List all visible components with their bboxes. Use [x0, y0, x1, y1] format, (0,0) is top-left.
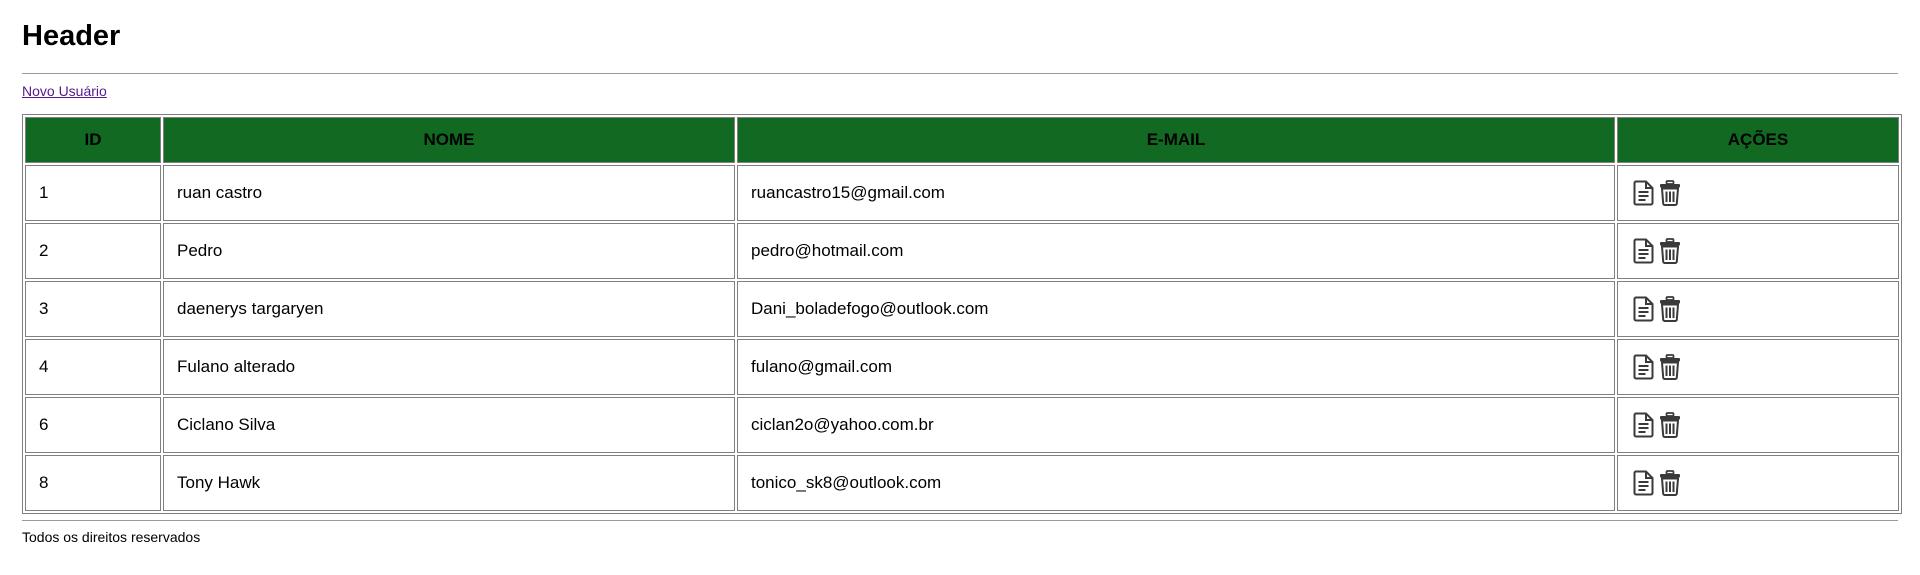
table-row: 1 ruan castro ruancastro15@gmail.com — [25, 165, 1899, 221]
row-actions — [1631, 179, 1885, 207]
footer-divider — [22, 520, 1898, 521]
cell-actions — [1617, 281, 1899, 337]
table-row: 4 Fulano alterado fulano@gmail.com — [25, 339, 1899, 395]
cell-name: Pedro — [163, 223, 735, 279]
cell-name: Ciclano Silva — [163, 397, 735, 453]
footer-text: Todos os direitos reservados — [22, 529, 201, 545]
users-table: ID NOME E-MAIL AÇÕES 1 ruan castro ruanc… — [22, 114, 1902, 514]
edit-document-icon[interactable] — [1631, 295, 1657, 323]
cell-id: 8 — [25, 455, 161, 511]
cell-email: pedro@hotmail.com — [737, 223, 1615, 279]
delete-trash-icon[interactable] — [1657, 353, 1683, 381]
cell-id: 2 — [25, 223, 161, 279]
delete-trash-icon[interactable] — [1657, 295, 1683, 323]
table-row: 8 Tony Hawk tonico_sk8@outlook.com — [25, 455, 1899, 511]
column-header-id: ID — [25, 117, 161, 163]
cell-name: ruan castro — [163, 165, 735, 221]
cell-actions — [1617, 165, 1899, 221]
cell-email: ciclan2o@yahoo.com.br — [737, 397, 1615, 453]
cell-actions — [1617, 397, 1899, 453]
cell-name: Fulano alterado — [163, 339, 735, 395]
column-header-name: NOME — [163, 117, 735, 163]
cell-email: ruancastro15@gmail.com — [737, 165, 1615, 221]
table-row: 3 daenerys targaryen Dani_boladefogo@out… — [25, 281, 1899, 337]
row-actions — [1631, 353, 1885, 381]
edit-document-icon[interactable] — [1631, 411, 1657, 439]
edit-document-icon[interactable] — [1631, 353, 1657, 381]
table-header-row: ID NOME E-MAIL AÇÕES — [25, 117, 1899, 163]
cell-actions — [1617, 223, 1899, 279]
table-row: 2 Pedro pedro@hotmail.com — [25, 223, 1899, 279]
header-divider — [22, 73, 1898, 74]
delete-trash-icon[interactable] — [1657, 237, 1683, 265]
cell-email: tonico_sk8@outlook.com — [737, 455, 1615, 511]
cell-email: fulano@gmail.com — [737, 339, 1615, 395]
delete-trash-icon[interactable] — [1657, 179, 1683, 207]
delete-trash-icon[interactable] — [1657, 469, 1683, 497]
cell-id: 1 — [25, 165, 161, 221]
cell-id: 3 — [25, 281, 161, 337]
edit-document-icon[interactable] — [1631, 469, 1657, 497]
row-actions — [1631, 411, 1885, 439]
table-body: 1 ruan castro ruancastro15@gmail.com 2 P… — [25, 165, 1899, 511]
cell-actions — [1617, 455, 1899, 511]
cell-email: Dani_boladefogo@outlook.com — [737, 281, 1615, 337]
cell-id: 4 — [25, 339, 161, 395]
page-title: Header — [22, 20, 121, 52]
new-user-link[interactable]: Novo Usuário — [22, 83, 107, 99]
column-header-actions: AÇÕES — [1617, 117, 1899, 163]
cell-name: Tony Hawk — [163, 455, 735, 511]
row-actions — [1631, 237, 1885, 265]
row-actions — [1631, 295, 1885, 323]
edit-document-icon[interactable] — [1631, 237, 1657, 265]
row-actions — [1631, 469, 1885, 497]
table-row: 6 Ciclano Silva ciclan2o@yahoo.com.br — [25, 397, 1899, 453]
page: Header Novo Usuário ID NOME E-MAIL AÇÕES… — [0, 0, 1920, 545]
column-header-email: E-MAIL — [737, 117, 1615, 163]
edit-document-icon[interactable] — [1631, 179, 1657, 207]
cell-actions — [1617, 339, 1899, 395]
cell-id: 6 — [25, 397, 161, 453]
cell-name: daenerys targaryen — [163, 281, 735, 337]
delete-trash-icon[interactable] — [1657, 411, 1683, 439]
